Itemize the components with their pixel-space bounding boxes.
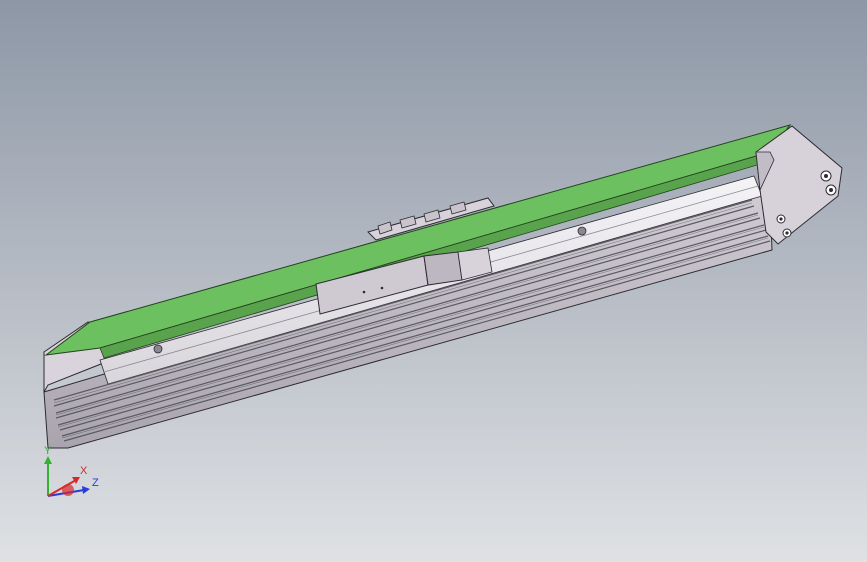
- reference-triad: Y X Z: [36, 446, 106, 506]
- rail-bolt-left: [153, 344, 163, 354]
- triad-y-label: Y: [44, 445, 52, 457]
- rail-bolt-right: [577, 226, 587, 236]
- graphics-viewport[interactable]: Y X Z: [0, 0, 867, 562]
- linear-actuator-model[interactable]: [0, 0, 867, 562]
- triad-z-label: Z: [92, 477, 99, 489]
- triad-x-label: X: [80, 465, 88, 477]
